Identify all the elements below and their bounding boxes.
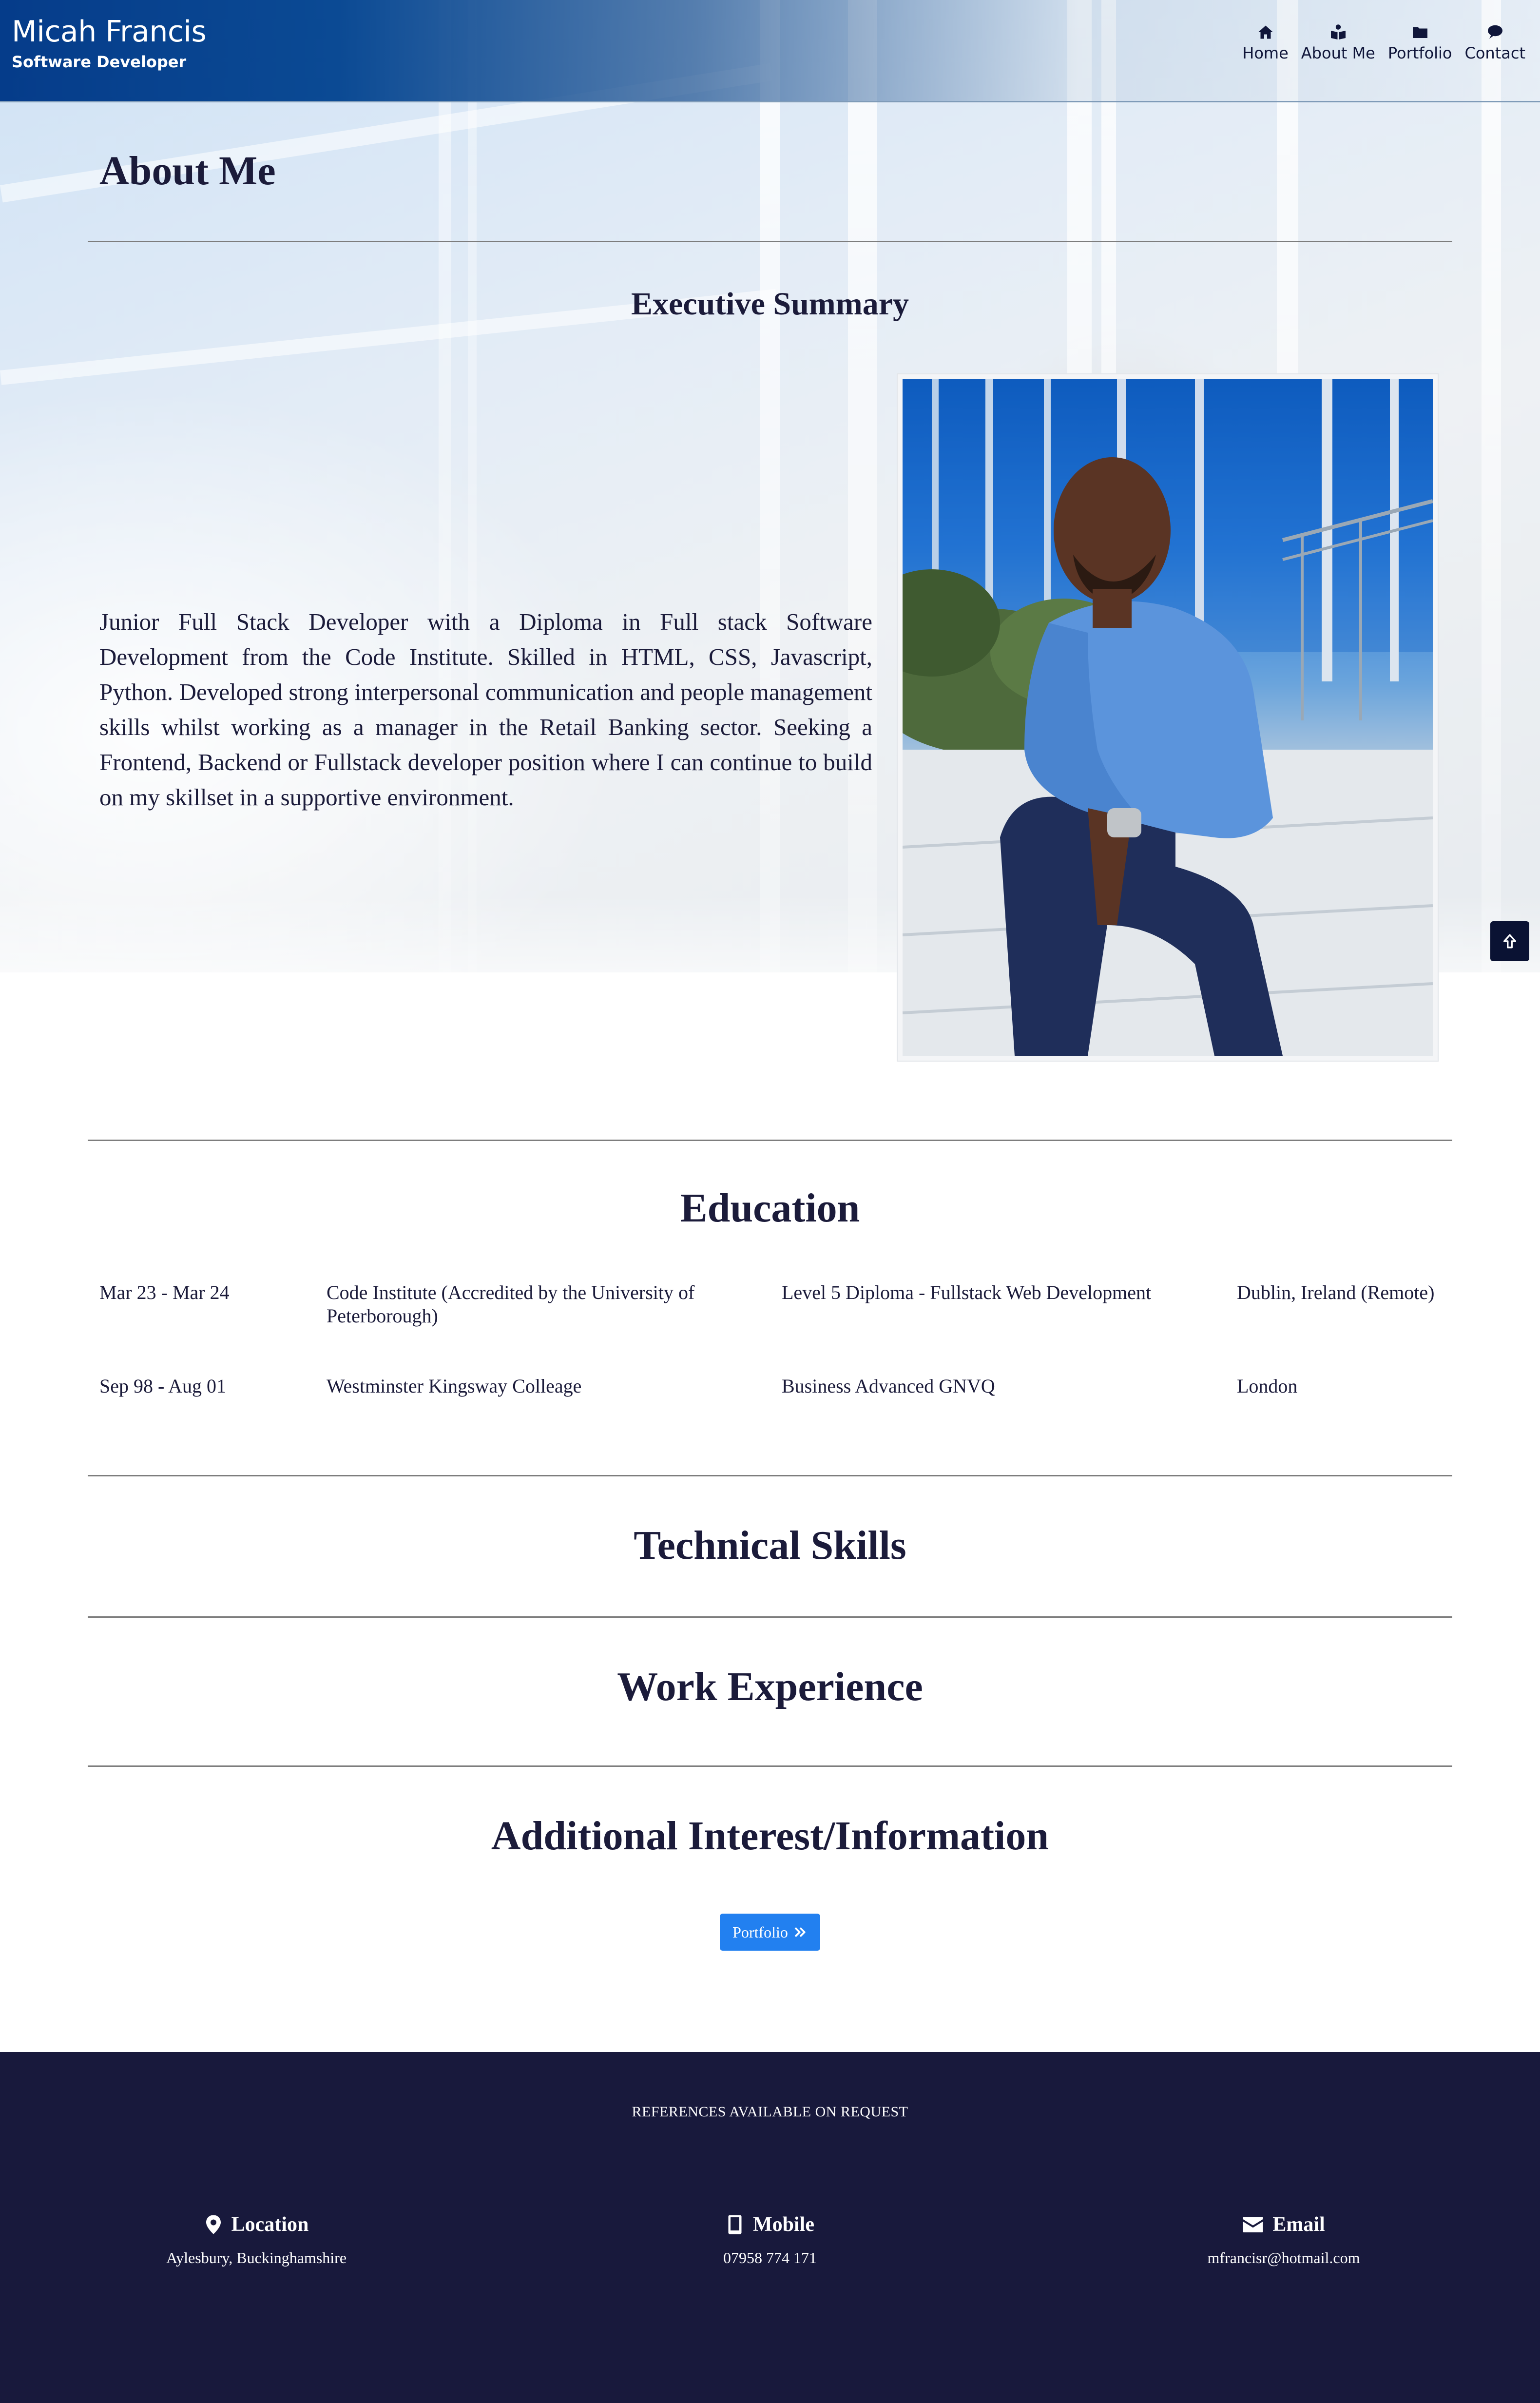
home-icon bbox=[1258, 25, 1273, 39]
page-title: About Me bbox=[99, 148, 276, 194]
education-institution: Code Institute (Accredited by the Univer… bbox=[327, 1281, 695, 1327]
education-dates: Mar 23 - Mar 24 bbox=[99, 1281, 230, 1303]
divider bbox=[88, 1616, 1452, 1618]
nav-contact-label: Contact bbox=[1464, 44, 1526, 62]
education-location: London bbox=[1237, 1375, 1298, 1397]
contact-email-value[interactable]: mfrancisr@hotmail.com bbox=[1113, 2249, 1454, 2267]
nav-home[interactable]: Home bbox=[1242, 23, 1289, 62]
divider bbox=[88, 241, 1452, 242]
contact-location-value: Aylesbury, Buckinghamshire bbox=[166, 2249, 347, 2267]
map-pin-icon bbox=[206, 2215, 221, 2234]
technical-skills-heading: Technical Skills bbox=[634, 1523, 906, 1568]
nav-portfolio[interactable]: Portfolio bbox=[1388, 23, 1452, 62]
nav-home-label: Home bbox=[1242, 44, 1289, 62]
nav-portfolio-label: Portfolio bbox=[1387, 44, 1452, 62]
contact-mobile-heading: Mobile bbox=[753, 2213, 814, 2236]
contact-email-heading: Email bbox=[1272, 2213, 1325, 2236]
main-nav: Home About Me Portfolio Contact bbox=[1242, 23, 1525, 62]
arrow-up-icon bbox=[1503, 934, 1517, 949]
work-experience-heading: Work Experience bbox=[617, 1664, 923, 1709]
chat-bubble-icon bbox=[1487, 25, 1502, 39]
divider bbox=[88, 1140, 1452, 1141]
folder-icon bbox=[1412, 27, 1427, 38]
references-note: REFERENCES AVAILABLE ON REQUEST bbox=[632, 2104, 908, 2120]
education-qualification: Level 5 Diploma - Fullstack Web Developm… bbox=[782, 1281, 1152, 1303]
contact-location-heading: Location bbox=[231, 2213, 309, 2236]
nav-about-label: About Me bbox=[1301, 44, 1375, 62]
nav-contact[interactable]: Contact bbox=[1464, 23, 1526, 62]
education-institution: Westminster Kingsway Colleage bbox=[327, 1375, 582, 1397]
contact-mobile-value[interactable]: 07958 774 171 bbox=[599, 2249, 941, 2267]
brand-name[interactable]: Micah Francis bbox=[12, 15, 207, 49]
person-reading-icon bbox=[1330, 24, 1346, 39]
portfolio-button[interactable]: Portfolio bbox=[720, 1914, 820, 1951]
mobile-phone-icon bbox=[728, 2215, 742, 2234]
education-location: Dublin, Ireland (Remote) bbox=[1237, 1281, 1435, 1303]
double-chevron-right-icon bbox=[794, 1927, 806, 1938]
site-header: Micah Francis Software Developer Home Ab… bbox=[0, 0, 1540, 102]
contact-mobile: Mobile 07958 774 171 bbox=[599, 2213, 941, 2267]
portfolio-button-label: Portfolio bbox=[732, 1923, 788, 1941]
nav-about[interactable]: About Me bbox=[1301, 23, 1375, 62]
brand-subtitle: Software Developer bbox=[12, 53, 187, 71]
education-dates: Sep 98 - Aug 01 bbox=[99, 1375, 226, 1397]
executive-summary-heading: Executive Summary bbox=[631, 286, 909, 322]
education-heading: Education bbox=[680, 1185, 860, 1231]
divider bbox=[88, 1765, 1452, 1767]
divider bbox=[88, 1475, 1452, 1476]
profile-photo-frame bbox=[897, 373, 1439, 1062]
profile-photo bbox=[903, 379, 1433, 1056]
contact-location: Location Aylesbury, Buckinghamshire bbox=[86, 2213, 427, 2267]
back-to-top-button[interactable] bbox=[1490, 921, 1529, 961]
contact-email: Email mfrancisr@hotmail.com bbox=[1113, 2213, 1454, 2267]
executive-summary-text: Junior Full Stack Developer with a Diplo… bbox=[99, 608, 872, 811]
additional-info-heading: Additional Interest/Information bbox=[491, 1813, 1049, 1859]
education-qualification: Business Advanced GNVQ bbox=[782, 1375, 995, 1397]
envelope-icon bbox=[1243, 2217, 1263, 2232]
